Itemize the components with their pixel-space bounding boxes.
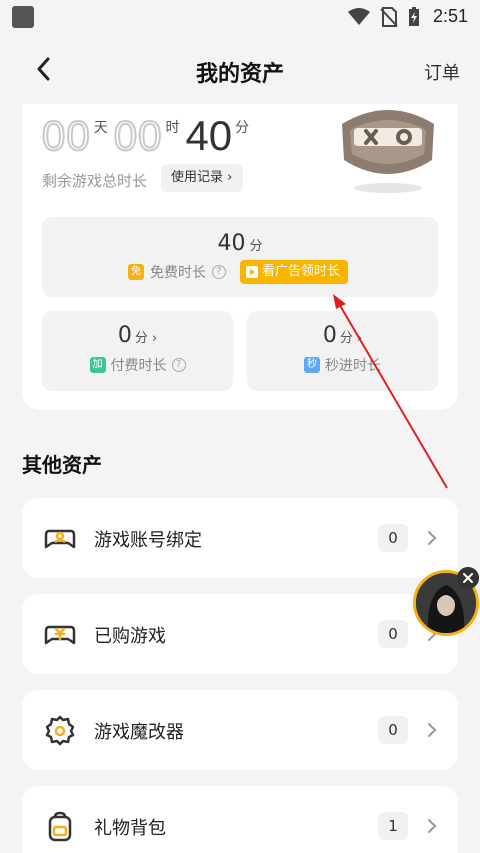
play-icon	[246, 266, 258, 278]
count-badge: 0	[378, 620, 408, 648]
days-unit: 天	[93, 120, 108, 136]
close-icon[interactable]	[457, 567, 479, 589]
paid-time-panel[interactable]: 0分 › 加 付费时长 ?	[42, 311, 233, 391]
paid-time-value: 0分 ›	[117, 323, 158, 348]
list-item-label: 已购游戏	[94, 626, 166, 647]
usage-record-button[interactable]: 使用记录 ›	[161, 164, 243, 192]
hours-unit: 时	[165, 120, 180, 136]
instant-time-value: 0分 ›	[322, 323, 363, 348]
clock: 2:51	[432, 6, 468, 26]
battery-charging-icon	[409, 7, 419, 26]
chevron-right-icon	[428, 531, 437, 545]
instant-time-panel[interactable]: 0分 › 秒 秒进时长	[247, 311, 438, 391]
help-icon[interactable]: ?	[212, 265, 226, 279]
instant-tag-icon: 秒	[304, 357, 320, 373]
free-time-label: 免费时长	[150, 265, 206, 281]
count-badge: 1	[378, 812, 408, 840]
status-bar: 2:51	[0, 0, 480, 34]
count-badge: 0	[378, 716, 408, 744]
chevron-right-icon	[428, 723, 437, 737]
free-tag-icon: 免	[128, 264, 144, 280]
hours-value: 00	[113, 112, 163, 160]
list-item-label: 游戏账号绑定	[94, 530, 202, 551]
top-nav: 我的资产 订单	[0, 34, 480, 104]
page-title: 我的资产	[195, 62, 284, 87]
orders-link[interactable]: 订单	[424, 59, 460, 85]
paid-tag-icon: 加	[89, 357, 106, 373]
other-assets-title: 其他资产	[22, 453, 102, 477]
no-sim-icon	[380, 7, 398, 27]
count-badge: 0	[378, 524, 408, 552]
chevron-right-icon	[428, 819, 437, 833]
remaining-time-label: 剩余游戏总时长	[42, 172, 148, 190]
backpack-icon	[48, 811, 72, 842]
paid-time-label-row: 加 付费时长 ?	[42, 355, 233, 375]
list-item-label: 礼物背包	[94, 818, 166, 839]
watch-ad-button[interactable]: 看广告领时长	[240, 260, 349, 284]
notification-icon	[12, 6, 34, 28]
list-item-label: 游戏魔改器	[94, 722, 184, 743]
list-item-account-binding[interactable]: 游戏账号绑定 0	[22, 498, 458, 578]
free-time-value: 40 分	[217, 231, 263, 256]
minutes-unit: 分	[235, 120, 250, 136]
help-icon[interactable]: ?	[171, 358, 186, 372]
list-item-gift-backpack[interactable]: 礼物背包 1	[22, 786, 458, 853]
gamepad-user-icon	[44, 529, 76, 549]
total-time-display: 00 天 00 时 40 分	[41, 112, 255, 163]
list-item-game-modifier[interactable]: 游戏魔改器 0	[22, 690, 458, 770]
free-time-label-row: 免 免费时长 ? 看广告领时长	[128, 260, 349, 284]
instant-time-label: 秒进时长	[325, 358, 381, 374]
minutes-value: 40	[185, 112, 233, 159]
gear-icon	[45, 715, 75, 746]
days-value: 00	[41, 112, 91, 160]
status-icons	[348, 7, 420, 27]
gamepad-purchase-icon	[44, 625, 76, 645]
paid-time-label: 付费时长	[110, 358, 167, 374]
instant-time-label-row: 秒 秒进时长	[247, 355, 438, 375]
game-mascot-icon	[342, 110, 434, 193]
list-item-purchased-games[interactable]: 已购游戏 0	[22, 594, 458, 674]
free-time-panel: 40 分 免 免费时长 ? 看广告领时长	[42, 217, 438, 297]
wifi-icon	[348, 8, 370, 25]
